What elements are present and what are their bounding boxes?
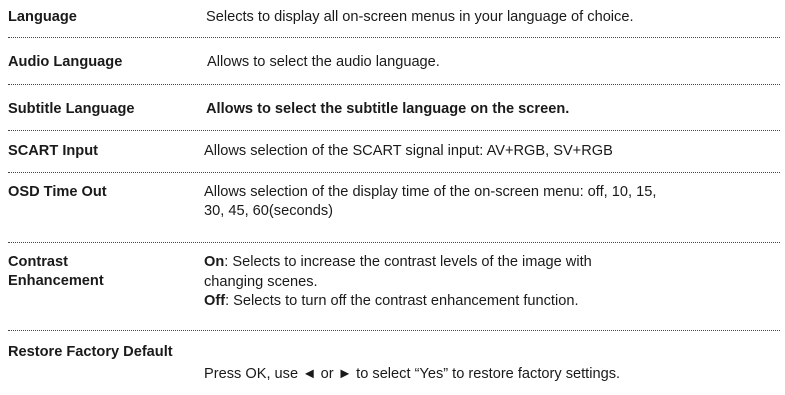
option-on-continued: changing scenes. (204, 273, 318, 290)
description-line: 30, 45, 60(seconds) (204, 203, 333, 219)
setting-description: Allows to select the audio language. (207, 54, 440, 70)
row-divider (8, 130, 780, 131)
option-on: On: Selects to increase the contrast lev… (204, 253, 780, 273)
setting-description: Press OK, use ◄ or ► to select “Yes” to … (204, 366, 621, 382)
label-line: Contrast (8, 254, 68, 270)
setting-label: Contrast Enhancement (8, 253, 104, 291)
option-on-text: : Selects to increase the contrast level… (224, 254, 592, 270)
row-divider (8, 242, 780, 243)
setting-description: Selects to display all on-screen menus i… (206, 9, 634, 25)
setting-row-restore-factory-default: Restore Factory Default Press OK, use ◄ … (8, 343, 780, 388)
setting-label: Audio Language (8, 54, 123, 70)
row-divider (8, 37, 780, 38)
setting-row-language: Language Selects to display all on-scree… (8, 8, 780, 28)
option-on-label: On (204, 254, 225, 270)
setting-row-contrast-enhancement: Contrast Enhancement On: Selects to incr… (8, 253, 780, 315)
option-off-text: : Selects to turn off the contrast enhan… (225, 293, 579, 309)
setting-description: Allows to select the subtitle language o… (206, 101, 570, 117)
setting-row-subtitle-language: Subtitle Language Allows to select the s… (8, 100, 780, 120)
setting-label: SCART Input (8, 143, 98, 159)
setting-label: Restore Factory Default (8, 344, 173, 360)
setting-description: On: Selects to increase the contrast lev… (204, 253, 780, 312)
setting-label: Language (8, 9, 77, 25)
setting-row-scart-input: SCART Input Allows selection of the SCAR… (8, 142, 780, 162)
option-off: Off: Selects to turn off the contrast en… (204, 292, 780, 312)
row-divider (8, 84, 780, 85)
setting-row-osd-time-out: OSD Time Out Allows selection of the dis… (8, 183, 780, 225)
setting-label: Subtitle Language (8, 101, 135, 117)
setting-description: Allows selection of the display time of … (204, 183, 780, 221)
option-off-label: Off (204, 293, 226, 309)
row-divider (8, 330, 780, 331)
description-line: Allows selection of the display time of … (204, 184, 657, 200)
setting-row-audio-language: Audio Language Allows to select the audi… (8, 53, 780, 73)
setting-description: Allows selection of the SCART signal inp… (204, 143, 613, 159)
setting-label: OSD Time Out (8, 184, 107, 200)
label-line: Enhancement (8, 273, 104, 289)
row-divider (8, 172, 780, 173)
